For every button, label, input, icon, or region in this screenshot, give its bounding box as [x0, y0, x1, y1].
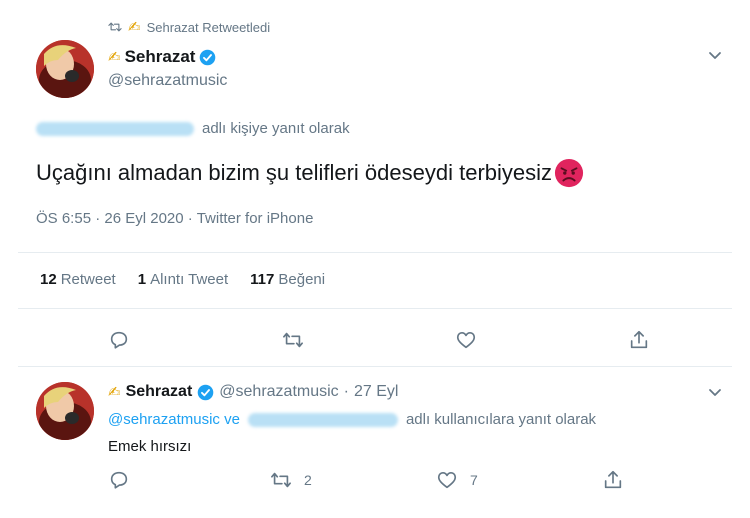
avatar-image: [36, 40, 94, 98]
retweet-stat[interactable]: 12 Retweet: [40, 271, 116, 288]
author-handle[interactable]: @sehrazatmusic: [108, 72, 227, 90]
share-icon: [604, 470, 622, 489]
retweeted-by-header: ✍ Sehrazat Retweetledi: [108, 18, 270, 36]
like-icon: [456, 332, 476, 349]
author-display-name[interactable]: Sehrazat: [125, 47, 196, 67]
reply-date[interactable]: 27 Eyl: [354, 383, 398, 401]
reply-context-text: adlı kişiye yanıt olarak: [202, 120, 350, 137]
reply-mention[interactable]: @sehrazatmusic ve: [108, 411, 240, 428]
share-icon: [630, 330, 648, 349]
tweet-stats: 12 Retweet 1 Alıntı Tweet 117 Beğeni: [40, 271, 325, 288]
quote-stat[interactable]: 1 Alıntı Tweet: [138, 271, 228, 288]
meta-separator: ·: [187, 210, 193, 227]
reply-author-handle[interactable]: @sehrazatmusic: [219, 383, 338, 401]
retweet-count: 12: [40, 271, 57, 288]
like-count: 7: [470, 472, 478, 488]
tweet-date[interactable]: 26 Eyl 2020: [104, 210, 183, 227]
verified-badge-icon: [200, 49, 216, 65]
reply-separator: ·: [343, 383, 349, 400]
retweet-label: Retweet: [60, 271, 116, 288]
reply-icon: [110, 471, 128, 489]
like-icon: [437, 472, 457, 489]
angry-face-emoji: [554, 158, 584, 188]
avatar-image: [36, 382, 94, 440]
reply-button[interactable]: [108, 469, 130, 491]
reply-context: adlı kişiye yanıt olarak: [36, 120, 350, 137]
retweeted-by-text: Sehrazat Retweetledi: [146, 19, 271, 35]
redacted-mention[interactable]: [36, 121, 194, 136]
reply-context-text: adlı kullanıcılara yanıt olarak: [405, 411, 597, 428]
retweet-icon: [271, 472, 291, 488]
author-name-row[interactable]: ✍ Sehrazat: [108, 47, 216, 67]
tweet-source[interactable]: Twitter for iPhone: [197, 210, 314, 227]
meta-separator: ·: [95, 210, 101, 227]
reply-text: Emek hırsızı: [108, 438, 192, 455]
quote-count: 1: [137, 271, 147, 288]
tweet-body: Uçağını almadan bizim şu telifleri ödese…: [36, 160, 553, 185]
share-button[interactable]: [602, 469, 624, 491]
retweet-count: 2: [304, 472, 312, 488]
quote-label: Alıntı Tweet: [150, 271, 229, 288]
chevron-down-icon[interactable]: [708, 49, 722, 63]
tweet-text: Uçağını almadan bizim şu telifleri ödese…: [36, 158, 584, 188]
like-label: Beğeni: [278, 271, 326, 288]
pen-icon: ✍: [128, 19, 141, 36]
like-button[interactable]: 7: [436, 469, 478, 491]
reply-icon: [110, 331, 128, 349]
tweet-time[interactable]: ÖS 6:55: [36, 210, 91, 227]
divider: [18, 252, 732, 253]
chevron-down-icon[interactable]: [708, 386, 722, 400]
retweet-button[interactable]: [282, 329, 304, 351]
divider: [18, 366, 732, 367]
like-button[interactable]: [455, 329, 477, 351]
like-stat[interactable]: 117 Beğeni: [250, 271, 325, 288]
reply-button[interactable]: [108, 329, 130, 351]
share-button[interactable]: [628, 329, 650, 351]
retweet-icon: [108, 22, 122, 32]
pen-icon: ✍: [108, 49, 121, 66]
divider: [18, 308, 732, 309]
pen-icon: ✍: [108, 384, 121, 401]
avatar[interactable]: [36, 40, 94, 98]
tweet-meta: ÖS 6:55 · 26 Eyl 2020 · Twitter for iPho…: [36, 210, 313, 227]
reply-context: @sehrazatmusic ve adlı kullanıcılara yan…: [108, 411, 596, 428]
retweet-button[interactable]: 2: [270, 469, 312, 491]
avatar[interactable]: [36, 382, 94, 440]
like-count: 117: [250, 271, 275, 288]
retweet-icon: [283, 332, 303, 348]
verified-badge-icon: [197, 384, 214, 400]
reply-author-display-name[interactable]: Sehrazat: [126, 383, 193, 401]
reply-author-row[interactable]: ✍ Sehrazat @sehrazatmusic · 27 Eyl: [108, 383, 398, 401]
redacted-mention[interactable]: [247, 412, 398, 427]
